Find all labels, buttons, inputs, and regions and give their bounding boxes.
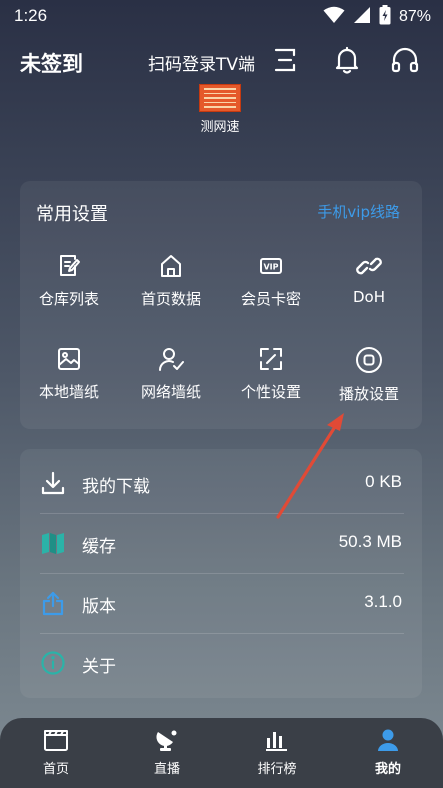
row-about[interactable]: 关于 (20, 634, 422, 694)
settings-item-label: 本地墙纸 (38, 383, 99, 401)
row-label: 版本 (82, 597, 116, 617)
settings-item-repo-list[interactable]: 仓库列表 (20, 253, 118, 323)
status-icons: 87% (323, 5, 431, 29)
headphones-icon[interactable] (389, 44, 421, 76)
scan-login-tv-label[interactable]: 扫码登录TV端 (148, 50, 255, 75)
user-check-icon (122, 346, 220, 372)
settings-item-network-wallpaper[interactable]: 网络墙纸 (122, 346, 220, 416)
image-icon (20, 346, 118, 372)
row-value: 50.3 MB (338, 532, 402, 551)
settings-item-local-wallpaper[interactable]: 本地墙纸 (20, 346, 118, 416)
status-time: 1:26 (14, 6, 48, 25)
user-icon (348, 728, 428, 752)
settings-item-label: 首页数据 (140, 290, 201, 308)
row-version[interactable]: 版本 3.1.0 (20, 574, 422, 634)
status-bar: 1:26 87% (0, 0, 443, 32)
info-card: 我的下载 0 KB 缓存 50.3 MB 版本 3.1.0 关于 (20, 449, 422, 698)
signal-icon (353, 6, 371, 28)
settings-item-label: 个性设置 (240, 383, 301, 401)
share-icon (40, 590, 66, 616)
svg-text:VIP: VIP (263, 263, 278, 272)
nav-label: 首页 (42, 762, 69, 777)
row-value: 3.1.0 (364, 592, 402, 611)
clapperboard-icon (16, 728, 96, 752)
bell-icon[interactable] (331, 44, 363, 76)
row-label: 关于 (82, 657, 116, 677)
settings-item-personalization[interactable]: 个性设置 (222, 346, 320, 416)
nav-live[interactable]: 直播 (127, 728, 207, 784)
settings-item-label: 仓库列表 (38, 290, 99, 308)
nav-label: 直播 (153, 762, 180, 777)
settings-item-label: 播放设置 (338, 385, 399, 403)
nav-label: 我的 (374, 762, 401, 777)
link-icon (320, 253, 418, 279)
row-label: 我的下载 (82, 477, 150, 497)
info-icon (40, 650, 66, 676)
top-bar: 未签到 扫码登录TV端 (0, 40, 443, 84)
vip-icon: VIP (222, 253, 320, 279)
nav-label: 排行榜 (257, 762, 297, 777)
row-cache[interactable]: 缓存 50.3 MB (20, 514, 422, 574)
row-value: 0 KB (365, 472, 402, 491)
document-edit-icon (20, 253, 118, 279)
signin-status[interactable]: 未签到 (20, 48, 83, 78)
row-label: 缓存 (82, 537, 116, 557)
stop-circle-icon (320, 346, 418, 374)
bar-chart-icon (237, 728, 317, 752)
map-icon (40, 530, 66, 556)
settings-item-label: 网络墙纸 (140, 383, 201, 401)
nav-home[interactable]: 首页 (16, 728, 96, 784)
settings-item-label: 会员卡密 (240, 290, 301, 308)
download-icon (40, 470, 66, 496)
settings-title: 常用设置 (36, 204, 108, 225)
settings-item-label: DoH (352, 288, 385, 306)
nav-ranking[interactable]: 排行榜 (237, 728, 317, 784)
live-dish-icon (127, 728, 207, 752)
common-settings-card: 常用设置 手机vip线路 仓库列表 首页数据 VIP 会员卡密 DoH 本地墙纸… (20, 181, 422, 429)
speed-test-label: 测网速 (200, 120, 240, 135)
battery-icon (379, 5, 391, 29)
battery-level: 87% (398, 8, 431, 25)
row-downloads[interactable]: 我的下载 0 KB (20, 454, 422, 514)
speed-test-tile[interactable]: 测网速 (180, 84, 260, 140)
vip-route-link[interactable]: 手机vip线路 (317, 201, 400, 222)
speed-test-thumbnail (199, 84, 241, 112)
expand-icon (222, 346, 320, 372)
scan-icon[interactable] (269, 44, 301, 76)
settings-item-home-data[interactable]: 首页数据 (122, 253, 220, 323)
settings-item-member-card[interactable]: VIP 会员卡密 (222, 253, 320, 323)
home-icon (122, 253, 220, 279)
nav-mine[interactable]: 我的 (348, 728, 428, 784)
bottom-nav: 首页 直播 排行榜 我的 (0, 718, 443, 788)
wifi-icon (323, 6, 345, 28)
settings-item-playback[interactable]: 播放设置 (320, 346, 418, 416)
settings-item-doh[interactable]: DoH (320, 253, 418, 323)
